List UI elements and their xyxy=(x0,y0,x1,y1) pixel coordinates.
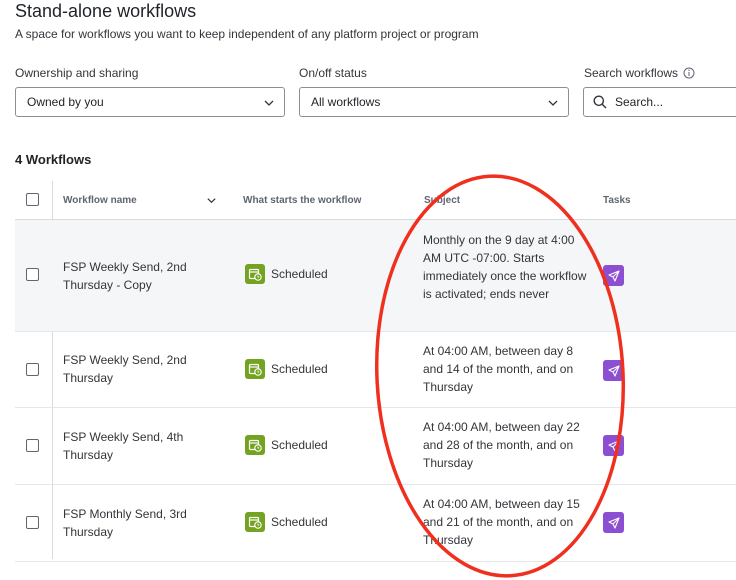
select-all-checkbox[interactable] xyxy=(26,193,39,206)
trigger-label: Scheduled xyxy=(271,267,328,281)
table-row[interactable]: FSP Weekly Send, 4th Thursday Scheduled … xyxy=(15,408,736,485)
row-checkbox[interactable] xyxy=(26,268,39,281)
search-icon xyxy=(593,95,607,109)
page-title: Stand-alone workflows xyxy=(15,1,197,21)
table-row[interactable]: FSP Monthly Send, 3rd Thursday Scheduled… xyxy=(15,485,736,562)
search-placeholder: Search... xyxy=(615,95,664,109)
trigger-cell: Scheduled xyxy=(245,359,328,379)
send-icon[interactable] xyxy=(603,435,624,456)
column-header-subject: Subject xyxy=(424,195,461,206)
search-input[interactable]: Search... xyxy=(583,87,736,117)
workflow-name[interactable]: FSP Weekly Send, 2nd Thursday xyxy=(63,351,213,387)
trigger-cell: Scheduled xyxy=(245,264,328,284)
ownership-label: Ownership and sharing xyxy=(15,66,139,80)
trigger-label: Scheduled xyxy=(271,515,328,529)
row-checkbox[interactable] xyxy=(26,439,39,452)
calendar-clock-icon xyxy=(245,435,265,455)
calendar-clock-icon xyxy=(245,512,265,532)
search-label: Search workflows xyxy=(584,66,695,80)
column-header-trigger: What starts the workflow xyxy=(243,195,362,206)
chevron-down-icon xyxy=(548,100,558,106)
workflow-count: 4 Workflows xyxy=(15,152,92,167)
row-checkbox[interactable] xyxy=(26,516,39,529)
trigger-cell: Scheduled xyxy=(245,435,328,455)
subject-text: At 04:00 AM, between day 22 and 28 of th… xyxy=(423,420,580,470)
status-label: On/off status xyxy=(299,66,367,80)
workflow-name[interactable]: FSP Weekly Send, 2nd Thursday - Copy xyxy=(63,258,213,294)
workflow-name[interactable]: FSP Monthly Send, 3rd Thursday xyxy=(63,505,213,541)
page-description: A space for workflows you want to keep i… xyxy=(15,27,479,41)
subject-text: At 04:00 AM, between day 8 and 14 of the… xyxy=(423,344,574,394)
trigger-label: Scheduled xyxy=(271,438,328,452)
workflow-table: Workflow name What starts the workflow S… xyxy=(15,181,736,562)
send-icon[interactable] xyxy=(603,265,624,286)
chevron-down-icon xyxy=(264,100,274,106)
table-header: Workflow name What starts the workflow S… xyxy=(15,181,736,220)
send-icon[interactable] xyxy=(603,512,624,533)
send-icon[interactable] xyxy=(603,360,624,381)
trigger-cell: Scheduled xyxy=(245,512,328,532)
row-checkbox[interactable] xyxy=(26,363,39,376)
subject-text: At 04:00 AM, between day 15 and 21 of th… xyxy=(423,497,580,547)
calendar-clock-icon xyxy=(245,359,265,379)
calendar-clock-icon xyxy=(245,264,265,284)
ownership-value: Owned by you xyxy=(27,95,104,109)
column-header-name[interactable]: Workflow name xyxy=(63,195,137,206)
column-header-tasks: Tasks xyxy=(603,195,631,206)
table-row[interactable]: FSP Weekly Send, 2nd Thursday - Copy Sch… xyxy=(15,220,736,332)
status-value: All workflows xyxy=(311,95,381,109)
sort-chevron-icon[interactable] xyxy=(206,195,217,206)
subject-text: Monthly on the 9 day at 4:00 AM UTC -07:… xyxy=(423,233,587,301)
workflow-name[interactable]: FSP Weekly Send, 4th Thursday xyxy=(63,428,213,464)
table-row[interactable]: FSP Weekly Send, 2nd Thursday Scheduled … xyxy=(15,332,736,408)
trigger-label: Scheduled xyxy=(271,362,328,376)
ownership-select[interactable]: Owned by you xyxy=(15,87,285,117)
status-select[interactable]: All workflows xyxy=(299,87,569,117)
info-icon[interactable] xyxy=(683,67,695,79)
